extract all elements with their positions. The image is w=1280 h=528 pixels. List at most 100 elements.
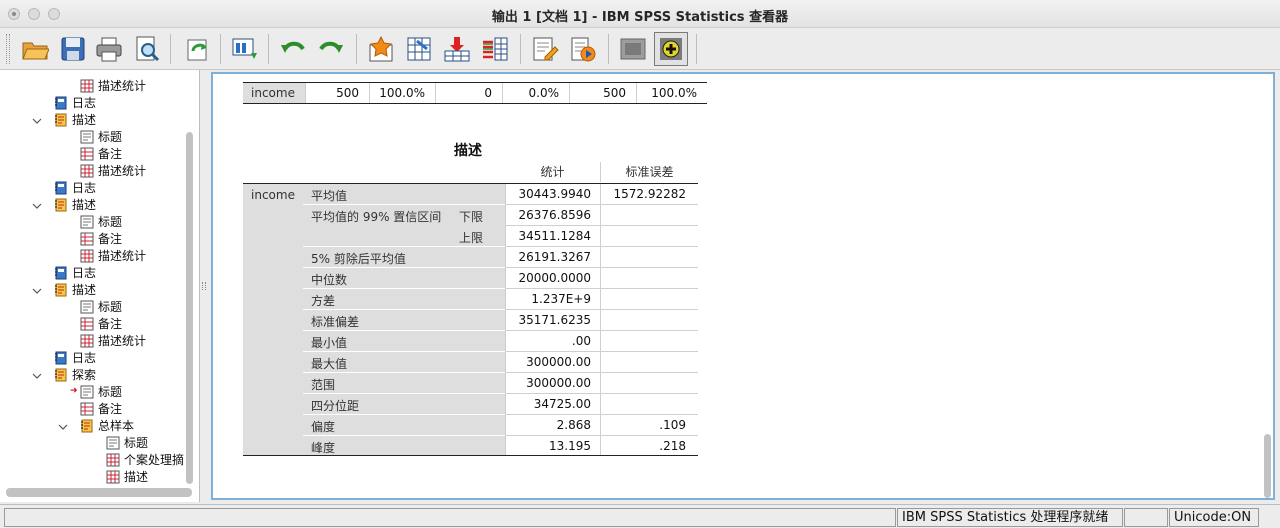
table-row[interactable]: 方差 1.237E+9 bbox=[303, 289, 698, 310]
collapse-chevron-icon[interactable] bbox=[32, 200, 42, 210]
table-row[interactable]: 最小值 .00 bbox=[303, 331, 698, 352]
row-label: 四分位距 bbox=[311, 399, 360, 413]
table-row[interactable]: 标准偏差 35171.6235 bbox=[303, 310, 698, 331]
log-icon bbox=[54, 181, 68, 195]
outline-item[interactable]: 备注 bbox=[80, 145, 122, 162]
statistic-cell: 2.868 bbox=[556, 418, 591, 432]
export-icon bbox=[187, 39, 207, 61]
designate-window-icon bbox=[533, 37, 559, 61]
outline-item[interactable]: 探索 bbox=[54, 366, 96, 383]
status-bar: IBM SPSS Statistics 处理程序就绪 Unicode:ON bbox=[0, 504, 1280, 528]
folder-book-icon bbox=[54, 368, 68, 382]
outline-item[interactable]: 个案处理摘 bbox=[106, 451, 184, 468]
folder-book-icon bbox=[54, 113, 68, 127]
promote-button[interactable] bbox=[654, 32, 688, 66]
outline-vertical-scrollbar[interactable] bbox=[186, 132, 193, 484]
outline-item[interactable]: 标题 bbox=[80, 213, 122, 230]
table-row[interactable]: 峰度 13.195 .218 bbox=[303, 436, 698, 457]
output-pane: income 500 100.0% 0 0.0% 500 100.0% 描述 统… bbox=[208, 70, 1280, 502]
outline-item[interactable]: 日志 bbox=[54, 94, 96, 111]
outline-item[interactable]: 标题 bbox=[106, 434, 148, 451]
summary-cell: 500 bbox=[306, 83, 370, 103]
collapse-chevron-icon[interactable] bbox=[58, 421, 68, 431]
outline-item[interactable]: 备注 bbox=[80, 400, 122, 417]
undo-button[interactable] bbox=[276, 32, 310, 66]
row-label: 5% 剪除后平均值 bbox=[311, 252, 406, 266]
redo-button[interactable] bbox=[314, 32, 348, 66]
table-row[interactable]: 平均值 30443.9940 1572.92282 bbox=[303, 184, 698, 205]
designate-window-button[interactable] bbox=[528, 32, 562, 66]
table-row[interactable]: 偏度 2.868 .109 bbox=[303, 415, 698, 436]
output-vertical-scrollbar[interactable] bbox=[1264, 434, 1271, 498]
row-label: 最大值 bbox=[311, 357, 348, 371]
statistic-cell: 300000.00 bbox=[526, 376, 591, 390]
statistic-cell: 34725.00 bbox=[533, 397, 591, 411]
table-icon bbox=[106, 470, 120, 484]
outline-item[interactable]: 标题 bbox=[80, 128, 122, 145]
goto-variable-button[interactable] bbox=[402, 32, 436, 66]
outline-horizontal-scrollbar[interactable] bbox=[6, 488, 192, 497]
undo-icon bbox=[281, 41, 305, 53]
collapse-chevron-icon[interactable] bbox=[32, 285, 42, 295]
outline-pane[interactable]: 描述统计 日志 描述 标题 备注 描述统计 日志 描述 标题 备注 描述统计 日志 描述 标题 备注 描述统计… bbox=[0, 70, 200, 502]
promote-icon bbox=[660, 38, 682, 60]
summary-cell: 100.0% bbox=[651, 86, 697, 100]
outline-item[interactable]: 标题 bbox=[80, 298, 122, 315]
goto-case-button[interactable] bbox=[364, 32, 398, 66]
case-summary-row[interactable]: income 500 100.0% 0 0.0% 500 100.0% bbox=[243, 82, 707, 104]
outline-item[interactable]: 日志 bbox=[54, 264, 96, 281]
table-row[interactable]: 最大值 300000.00 bbox=[303, 352, 698, 373]
outline-item-label: 描述 bbox=[72, 113, 97, 127]
splitter-grip[interactable] bbox=[202, 282, 206, 290]
collapse-chevron-icon[interactable] bbox=[32, 370, 42, 380]
outline-item[interactable]: 描述 bbox=[54, 281, 96, 298]
show-hide-button[interactable] bbox=[616, 32, 650, 66]
table-row[interactable]: 中位数 20000.0000 bbox=[303, 268, 698, 289]
collapse-chevron-icon[interactable] bbox=[32, 115, 42, 125]
outline-item-label: 描述 bbox=[72, 283, 97, 297]
statistic-cell: 30443.9940 bbox=[518, 187, 591, 201]
outline-item[interactable]: 总样本 bbox=[80, 417, 134, 434]
outline-item[interactable]: 标题 bbox=[80, 383, 122, 400]
outline-item[interactable]: 描述统计 bbox=[80, 247, 146, 264]
outline-item[interactable]: 描述统计 bbox=[80, 332, 146, 349]
table-icon bbox=[80, 164, 94, 178]
insert-cases-button[interactable] bbox=[440, 32, 474, 66]
output-document[interactable]: income 500 100.0% 0 0.0% 500 100.0% 描述 统… bbox=[211, 72, 1275, 500]
folder-book-icon bbox=[54, 283, 68, 297]
recall-dialog-button[interactable] bbox=[228, 32, 262, 66]
table-row[interactable]: 四分位距 34725.00 bbox=[303, 394, 698, 415]
outline-item[interactable]: 备注 bbox=[80, 230, 122, 247]
outline-item[interactable]: 日志 bbox=[54, 179, 96, 196]
toolbar-grip[interactable] bbox=[6, 34, 10, 64]
save-button[interactable] bbox=[56, 32, 90, 66]
table-row[interactable]: 上限 34511.1284 bbox=[303, 226, 698, 247]
row-label: 最小值 bbox=[311, 336, 348, 350]
print-button[interactable] bbox=[92, 32, 126, 66]
outline-item[interactable]: 描述统计 bbox=[80, 162, 146, 179]
toolbar-separator bbox=[520, 34, 521, 64]
row-sublabel: 下限 bbox=[459, 210, 484, 224]
run-script-button[interactable] bbox=[566, 32, 600, 66]
outline-item-label: 标题 bbox=[124, 436, 149, 450]
outline-item[interactable]: 备注 bbox=[80, 315, 122, 332]
table-row[interactable]: 范围 300000.00 bbox=[303, 373, 698, 394]
outline-item[interactable]: 描述 bbox=[54, 111, 96, 128]
outline-item-label: 日志 bbox=[72, 181, 97, 195]
open-button[interactable] bbox=[18, 32, 52, 66]
export-button[interactable] bbox=[180, 32, 214, 66]
select-cases-button[interactable] bbox=[478, 32, 512, 66]
table-row[interactable]: 平均值的 99% 置信区间 下限 26376.8596 bbox=[303, 205, 698, 226]
row-sublabel: 上限 bbox=[459, 231, 484, 245]
outline-item[interactable]: 日志 bbox=[54, 349, 96, 366]
outline-item-label: 个案处理摘 bbox=[124, 453, 185, 467]
table-row[interactable]: 5% 剪除后平均值 26191.3267 bbox=[303, 247, 698, 268]
outline-item[interactable]: 描述统计 bbox=[80, 77, 146, 94]
print-preview-button[interactable] bbox=[130, 32, 164, 66]
outline-item[interactable]: 描述 bbox=[106, 468, 148, 485]
save-icon bbox=[61, 37, 85, 61]
outline-item[interactable]: 描述 bbox=[54, 196, 96, 213]
statistic-cell: 26376.8596 bbox=[518, 208, 591, 222]
insert-cases-icon bbox=[444, 37, 470, 62]
row-label: 峰度 bbox=[311, 441, 336, 455]
